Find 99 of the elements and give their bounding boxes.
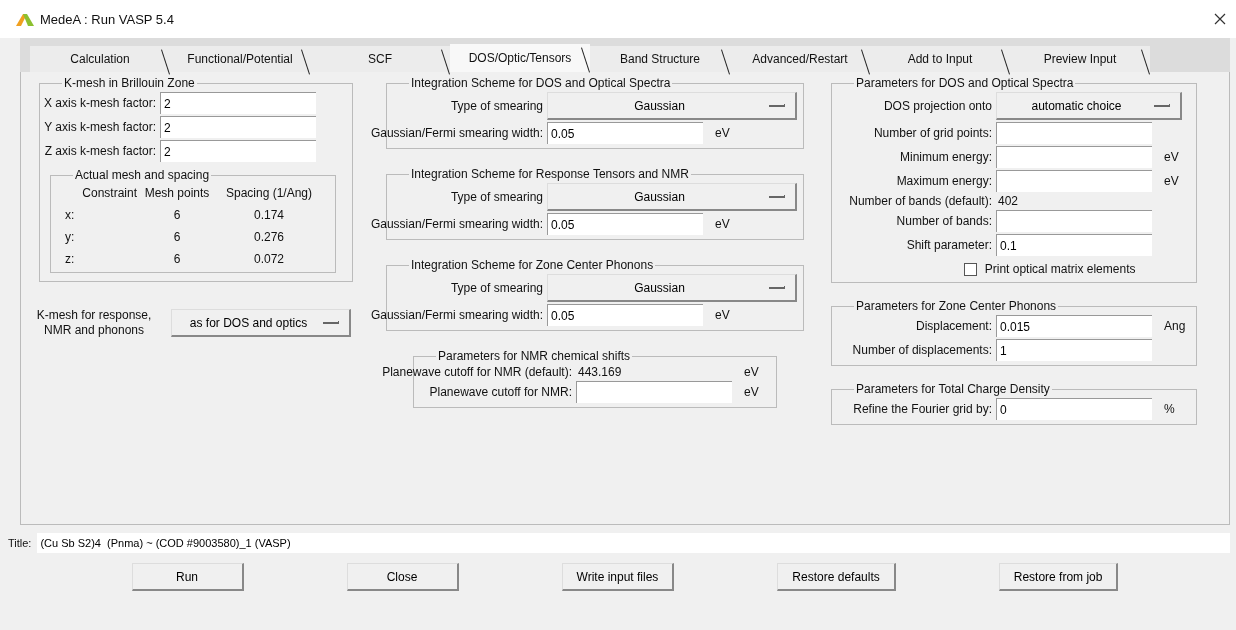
field-label: Type of smearing bbox=[449, 190, 543, 204]
tab[interactable]: Functional/Potential bbox=[170, 46, 310, 72]
field-label: Gaussian/Fermi smearing width: bbox=[370, 308, 543, 322]
field-label: Refine the Fourier grid by: bbox=[853, 402, 992, 416]
field-label: Z axis k-mesh factor: bbox=[44, 144, 157, 158]
field-label: Type of smearing bbox=[449, 99, 543, 113]
dropdown[interactable]: as for DOS and optics bbox=[171, 309, 351, 337]
field-label: Number of displacements: bbox=[852, 343, 992, 357]
input-field[interactable]: 1 bbox=[996, 339, 1152, 361]
input-field[interactable] bbox=[996, 122, 1152, 144]
column-header: Mesh points bbox=[143, 186, 211, 200]
table-cell-text: z: bbox=[64, 252, 76, 266]
table-cell-text: 6 bbox=[172, 252, 182, 266]
field-label: Planewave cutoff for NMR: bbox=[428, 385, 572, 399]
field-label: Y axis k-mesh factor: bbox=[44, 120, 157, 134]
tab[interactable]: Add to Input bbox=[870, 46, 1010, 72]
dash-icon bbox=[323, 321, 339, 324]
field-label: Shift parameter: bbox=[905, 238, 992, 252]
tab[interactable]: Advanced/Restart bbox=[730, 46, 870, 72]
checkbox-label: Print optical matrix elements bbox=[984, 262, 1136, 276]
input-field[interactable]: 0.05 bbox=[547, 213, 703, 235]
checkbox[interactable] bbox=[963, 262, 977, 276]
field-label: Gaussian/Fermi smearing width: bbox=[370, 217, 543, 231]
table-cell-text: 6 bbox=[172, 230, 182, 244]
app-logo-icon bbox=[16, 12, 34, 26]
group-title: Actual mesh and spacing bbox=[74, 168, 211, 182]
column-header: Spacing (1/Ang) bbox=[224, 186, 314, 200]
table-cell-text: 6 bbox=[172, 208, 182, 222]
tab[interactable]: SCF bbox=[310, 46, 450, 72]
field-label: Number of grid points: bbox=[872, 126, 992, 140]
group-title: Integration Scheme for Zone Center Phonons bbox=[410, 258, 655, 272]
input-field[interactable] bbox=[576, 381, 732, 403]
group-title: K-mesh in Brillouin Zone bbox=[63, 76, 196, 90]
field-label: X axis k-mesh factor: bbox=[44, 96, 157, 110]
unit-label: eV bbox=[1163, 150, 1180, 164]
table-cell-text: 0.174 bbox=[253, 208, 285, 222]
tab[interactable]: Band Structure bbox=[590, 46, 730, 72]
dropdown[interactable]: Gaussian bbox=[547, 274, 797, 302]
group-title: Parameters for Zone Center Phonons bbox=[855, 299, 1058, 313]
input-field[interactable]: 0.015 bbox=[996, 315, 1152, 337]
field-label: Title: bbox=[8, 537, 32, 549]
unit-label: eV bbox=[714, 308, 731, 322]
unit-label: eV bbox=[714, 217, 731, 231]
window-title: MedeA : Run VASP 5.4 bbox=[40, 11, 174, 27]
field-label: K-mesh for response, NMR and phonons bbox=[35, 308, 153, 338]
unit-label: eV bbox=[714, 126, 731, 140]
group-title: Parameters for DOS and Optical Spectra bbox=[855, 76, 1075, 90]
tab[interactable]: DOS/Optic/Tensors bbox=[450, 44, 590, 72]
button[interactable]: Close bbox=[346, 563, 459, 591]
button[interactable]: Restore from job bbox=[998, 563, 1119, 591]
value-text: 402 bbox=[997, 194, 1020, 208]
field-label: Planewave cutoff for NMR (default): bbox=[382, 365, 572, 379]
group-title: Parameters for NMR chemical shifts bbox=[437, 349, 632, 363]
input-field[interactable]: 0 bbox=[996, 398, 1152, 420]
unit-label: eV bbox=[743, 385, 760, 399]
input-field[interactable] bbox=[996, 170, 1152, 192]
table-cell-text: 0.276 bbox=[253, 230, 285, 244]
unit-label: eV bbox=[1163, 174, 1180, 188]
input-field[interactable]: (Cu Sb S2)4 (Pnma) ~ (COD #9003580)_1 (VASP) bbox=[37, 533, 1230, 553]
table-cell-text: x: bbox=[64, 208, 76, 222]
button[interactable]: Restore defaults bbox=[777, 563, 896, 591]
tab[interactable]: Preview Input bbox=[1010, 46, 1150, 72]
field-label: Gaussian/Fermi smearing width: bbox=[370, 126, 543, 140]
input-field[interactable]: 2 bbox=[160, 140, 317, 162]
field-label: Number of bands (default): bbox=[849, 194, 992, 208]
group-title: Parameters for Total Charge Density bbox=[855, 382, 1051, 396]
button[interactable]: Write input files bbox=[561, 563, 675, 591]
value-text: 443.169 bbox=[577, 365, 623, 379]
dropdown[interactable]: Gaussian bbox=[547, 183, 797, 211]
input-field[interactable]: 2 bbox=[160, 116, 317, 138]
input-field[interactable]: 0.05 bbox=[547, 304, 703, 326]
dropdown[interactable]: automatic choice bbox=[996, 92, 1182, 120]
field-label: Number of bands: bbox=[895, 214, 992, 228]
table-cell-text: y: bbox=[64, 230, 76, 244]
unit-label: % bbox=[1163, 402, 1176, 416]
dash-icon bbox=[769, 104, 785, 107]
input-field[interactable] bbox=[996, 210, 1152, 232]
input-field[interactable] bbox=[996, 146, 1152, 168]
close-icon[interactable] bbox=[1214, 13, 1226, 25]
button[interactable]: Run bbox=[131, 563, 244, 591]
dropdown[interactable]: Gaussian bbox=[547, 92, 797, 120]
input-field[interactable]: 0.1 bbox=[996, 234, 1152, 256]
table-cell-text: 0.072 bbox=[253, 252, 285, 266]
field-label: Maximum energy: bbox=[895, 174, 992, 188]
group-title: Integration Scheme for Response Tensors and NMR bbox=[410, 167, 690, 181]
column-header: Constraint bbox=[81, 186, 137, 200]
unit-label: Ang bbox=[1163, 319, 1187, 333]
field-label: Type of smearing bbox=[449, 281, 543, 295]
input-field[interactable]: 0.05 bbox=[547, 122, 703, 144]
input-field[interactable]: 2 bbox=[160, 92, 317, 114]
field-label: Minimum energy: bbox=[898, 150, 992, 164]
dash-icon bbox=[769, 286, 785, 289]
unit-label: eV bbox=[743, 365, 760, 379]
dash-icon bbox=[769, 195, 785, 198]
field-label: Displacement: bbox=[914, 319, 992, 333]
tab[interactable]: Calculation bbox=[30, 46, 170, 72]
dash-icon bbox=[1154, 104, 1170, 107]
field-label: DOS projection onto bbox=[882, 99, 992, 113]
group-title: Integration Scheme for DOS and Optical Spectra bbox=[410, 76, 672, 90]
